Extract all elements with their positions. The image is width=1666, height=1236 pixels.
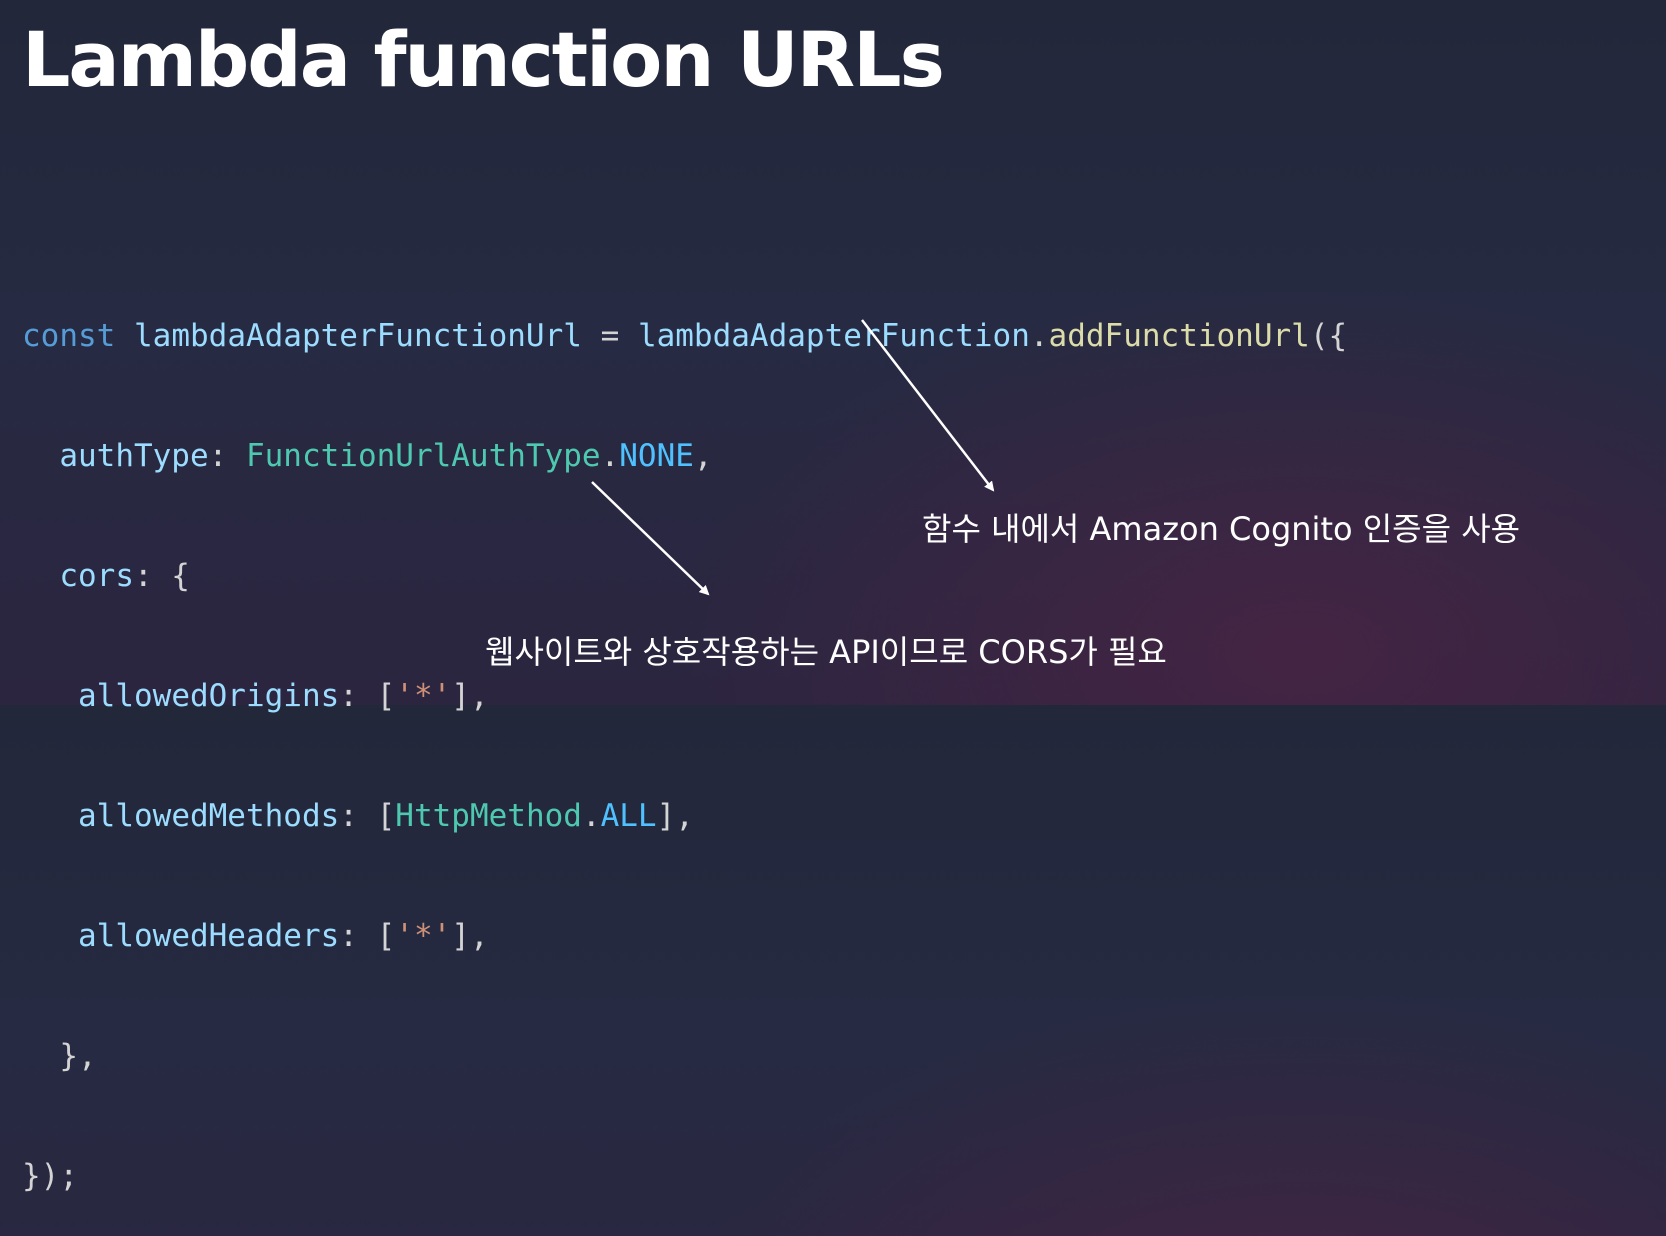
code-close-bracket: ],: [656, 798, 694, 834]
auth-arrow: [861, 319, 995, 492]
code-type-httpmethod: HttpMethod: [395, 798, 582, 834]
code-close-call: });: [22, 1158, 78, 1194]
code-colon-bracket: : [: [339, 918, 396, 954]
cors-annotation: 웹사이트와 상호작용하는 API이므로 CORS가 필요: [485, 633, 1167, 671]
code-colon-bracket: : [: [339, 798, 396, 834]
code-close-bracket: ],: [451, 918, 489, 954]
code-string-wildcard: '*': [395, 918, 452, 954]
code-dot: .: [581, 798, 601, 834]
code-line-7: },: [22, 1036, 1347, 1076]
cors-arrow: [591, 481, 710, 596]
code-key-allowed-headers: allowedHeaders: [78, 918, 340, 954]
code-const-all: ALL: [600, 798, 657, 834]
annotation-arrows: [591, 319, 995, 596]
auth-annotation: 함수 내에서 Amazon Cognito 인증을 사용: [922, 510, 1521, 548]
code-key-allowed-methods: allowedMethods: [78, 798, 340, 834]
code-line-6: allowedHeaders: ['*'],: [22, 916, 1347, 956]
code-line-5: allowedMethods: [HttpMethod.ALL],: [22, 796, 1347, 836]
code-line-8: });: [22, 1156, 1347, 1196]
code-close-brace: },: [59, 1038, 97, 1074]
